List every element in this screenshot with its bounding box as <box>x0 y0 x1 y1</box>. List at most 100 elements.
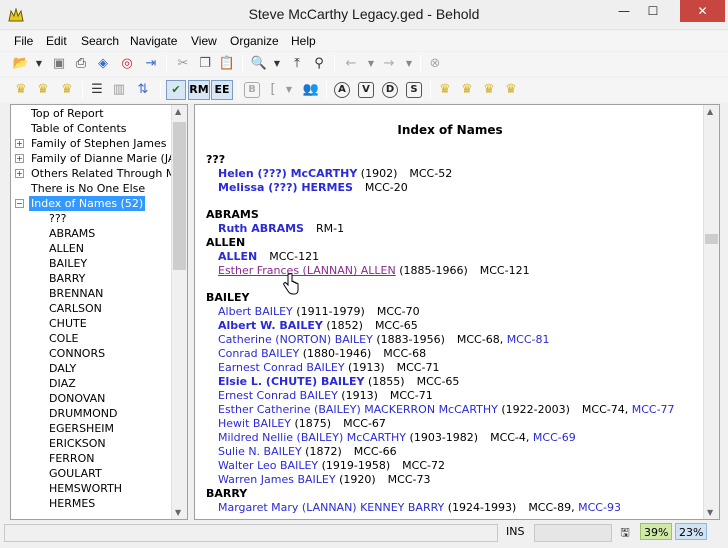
tree-item[interactable]: + Family of Dianne Marie (JACK <box>11 151 187 166</box>
scroll-down-icon[interactable]: ▼ <box>707 508 713 517</box>
tree-child-item[interactable]: BARRY <box>11 271 171 286</box>
bracket-dropdown-icon[interactable]: ▼ <box>280 81 298 99</box>
reference-link[interactable]: MCC-77 <box>632 403 675 416</box>
back-dropdown-icon[interactable]: ▼ <box>362 55 380 73</box>
maximize-button[interactable]: ☐ <box>640 0 666 22</box>
find-file-icon[interactable]: ◎ <box>118 55 136 73</box>
find-icon[interactable]: 🔍 <box>250 55 268 73</box>
person-link[interactable]: Elsie L. (CHUTE) BAILEY <box>218 375 365 388</box>
chart-crown-icon-2[interactable]: ♛ <box>458 81 476 99</box>
person-link[interactable]: Catherine (NORTON) BAILEY <box>218 333 373 346</box>
columns-icon[interactable]: ▥ <box>110 81 128 99</box>
open-folder-icon[interactable]: 📂 <box>12 55 30 73</box>
log-crown-icon[interactable]: ♛ <box>58 81 76 99</box>
person-link[interactable]: Ruth ABRAMS <box>218 222 304 235</box>
expand-icon[interactable]: + <box>15 154 24 163</box>
report-scrollbar[interactable]: ▲ ▼ <box>703 105 719 519</box>
tree-child-item[interactable]: BAILEY <box>11 256 171 271</box>
save-icon[interactable]: ▣ <box>50 55 68 73</box>
person-link[interactable]: Helen (???) McCARTHY <box>218 167 357 180</box>
person-link[interactable]: Ernest Conrad BAILEY <box>218 389 338 402</box>
tree-item[interactable]: + Family of Stephen James McC <box>11 136 187 151</box>
expand-icon[interactable]: + <box>15 169 24 178</box>
paste-icon[interactable]: 📋 <box>218 55 236 73</box>
minimize-button[interactable]: — <box>611 0 637 22</box>
tree-child-item[interactable]: HEMSWORTH <box>11 481 171 496</box>
menu-view[interactable]: View <box>191 34 217 48</box>
chart-crown-icon-4[interactable]: ♛ <box>502 81 520 99</box>
tree-child-item[interactable]: DIAZ <box>11 376 171 391</box>
person-link[interactable]: Mildred Nellie (BAILEY) McCARTHY <box>218 431 406 444</box>
chart-crown-icon-1[interactable]: ♛ <box>436 81 454 99</box>
menu-navigate[interactable]: Navigate <box>130 34 177 48</box>
sort-icon[interactable]: ⇅ <box>134 81 152 99</box>
tree-item[interactable]: + Others Related Through Marr <box>11 166 187 181</box>
a-button[interactable]: A <box>334 82 350 98</box>
person-link[interactable]: Esther Catherine (BAILEY) MACKERRON McCA… <box>218 403 498 416</box>
tree-item[interactable]: There is No One Else <box>11 181 171 196</box>
ee-toggle[interactable]: EE <box>211 80 233 100</box>
tree-item[interactable]: − Index of Names (52) <box>11 196 171 211</box>
b-button[interactable]: B <box>244 82 260 98</box>
cut-icon[interactable]: ✂ <box>174 55 192 73</box>
person-link[interactable]: Sulie N. BAILEY <box>218 445 302 458</box>
tree-child-item[interactable]: CONNORS <box>11 346 171 361</box>
tree-child-item[interactable]: DRUMMOND <box>11 406 171 421</box>
close-button[interactable]: ✕ <box>680 0 725 22</box>
export-icon[interactable]: ◈ <box>94 55 112 73</box>
tree-child-item[interactable]: ABRAMS <box>11 226 171 241</box>
tree-child-item[interactable]: EGERSHEIM <box>11 421 171 436</box>
v-button[interactable]: V <box>358 82 374 98</box>
find-dropdown-icon[interactable]: ▼ <box>268 55 286 73</box>
collapse-icon[interactable]: − <box>15 199 24 208</box>
menu-help[interactable]: Help <box>291 34 316 48</box>
tree-child-item[interactable]: CHUTE <box>11 316 171 331</box>
back-arrow-icon[interactable]: ← <box>342 55 360 73</box>
person-link[interactable]: ALLEN <box>218 250 257 263</box>
people-icon[interactable]: 👥 <box>302 81 320 99</box>
expand-icon[interactable]: + <box>15 139 24 148</box>
person-link[interactable]: Warren James BAILEY <box>218 473 336 486</box>
tree-child-item[interactable]: ALLEN <box>11 241 171 256</box>
forward-arrow-icon[interactable]: → <box>380 55 398 73</box>
tree-child-item[interactable]: HERMES <box>11 496 171 511</box>
chart-crown-icon-3[interactable]: ♛ <box>480 81 498 99</box>
person-link[interactable]: Hewit BAILEY <box>218 417 291 430</box>
tree-scroll-thumb[interactable] <box>173 122 186 270</box>
menu-search[interactable]: Search <box>81 34 119 48</box>
tree-child-item[interactable]: DALY <box>11 361 171 376</box>
tree-item[interactable]: Table of Contents <box>11 121 171 136</box>
person-link[interactable]: Albert W. BAILEY <box>218 319 323 332</box>
stop-icon[interactable]: ⊗ <box>426 55 444 73</box>
person-link[interactable]: Walter Leo BAILEY <box>218 459 318 472</box>
person-link[interactable]: Margaret Mary (LANNAN) KENNEY BARRY <box>218 501 444 514</box>
d-button[interactable]: D <box>382 82 398 98</box>
scroll-up-icon[interactable]: ▲ <box>175 107 181 116</box>
tree-child-item[interactable]: GOULART <box>11 466 171 481</box>
tree-child-item[interactable]: ??? <box>11 211 171 226</box>
rm-toggle[interactable]: RM <box>188 80 210 100</box>
open-dropdown-icon[interactable]: ▼ <box>30 55 48 73</box>
find-next-icon[interactable]: ⤒ <box>288 55 306 73</box>
find-all-icon[interactable]: ⚲ <box>310 55 328 73</box>
tree-child-item[interactable]: FERRON <box>11 451 171 466</box>
person-link[interactable]: Esther Frances (LANNAN) ALLEN <box>218 264 396 277</box>
reference-link[interactable]: MCC-81 <box>507 333 550 346</box>
person-link[interactable]: Albert BAILEY <box>218 305 293 318</box>
tree-child-item[interactable]: DONOVAN <box>11 391 171 406</box>
tree-item[interactable]: Top of Report <box>11 106 171 121</box>
checkmark-toggle-icon[interactable]: ✔ <box>166 80 186 100</box>
exit-icon[interactable]: ⇥ <box>142 55 160 73</box>
tree-child-item[interactable]: CARLSON <box>11 301 171 316</box>
layout-icon[interactable]: ☰ <box>88 81 106 99</box>
scroll-down-icon[interactable]: ▼ <box>175 508 181 517</box>
tree-child-item[interactable]: BRENNAN <box>11 286 171 301</box>
person-link[interactable]: Melissa (???) HERMES <box>218 181 353 194</box>
forward-dropdown-icon[interactable]: ▼ <box>400 55 418 73</box>
reference-link[interactable]: MCC-93 <box>578 501 621 514</box>
behold-crown-icon[interactable]: ♛ <box>12 81 30 99</box>
ged-crown-icon[interactable]: ♛ <box>34 81 52 99</box>
s-button[interactable]: S <box>406 82 422 98</box>
reference-link[interactable]: MCC-69 <box>533 431 576 444</box>
menu-file[interactable]: File <box>14 34 33 48</box>
